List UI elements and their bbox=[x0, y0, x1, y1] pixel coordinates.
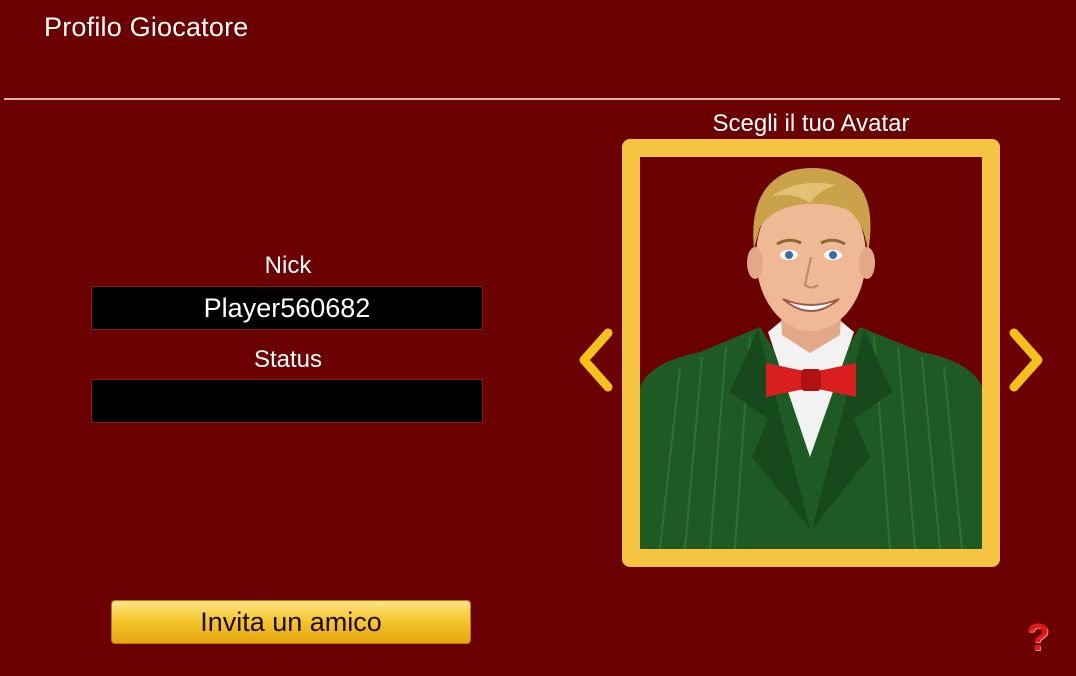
avatar-prev-button[interactable] bbox=[574, 325, 618, 395]
page-title: Profilo Giocatore bbox=[44, 12, 249, 42]
status-label: Status bbox=[253, 346, 323, 373]
invite-friend-button[interactable]: Invita un amico bbox=[111, 600, 471, 644]
question-mark-icon[interactable]: ? bbox=[1020, 616, 1056, 660]
avatar-frame bbox=[622, 139, 1000, 567]
player-profile-page: Profilo Giocatore Nick Status Scegli il … bbox=[0, 0, 1076, 676]
header-divider bbox=[4, 98, 1060, 100]
avatar-chooser-label: Scegli il tuo Avatar bbox=[712, 110, 910, 137]
chevron-right-icon bbox=[1009, 328, 1043, 392]
avatar-image[interactable] bbox=[640, 157, 982, 549]
avatar-next-button[interactable] bbox=[1004, 325, 1048, 395]
avatar-portrait-icon bbox=[640, 168, 982, 549]
chevron-left-icon bbox=[579, 328, 613, 392]
nick-label: Nick bbox=[264, 252, 312, 279]
status-input[interactable] bbox=[91, 379, 483, 423]
nick-input[interactable] bbox=[91, 286, 483, 330]
